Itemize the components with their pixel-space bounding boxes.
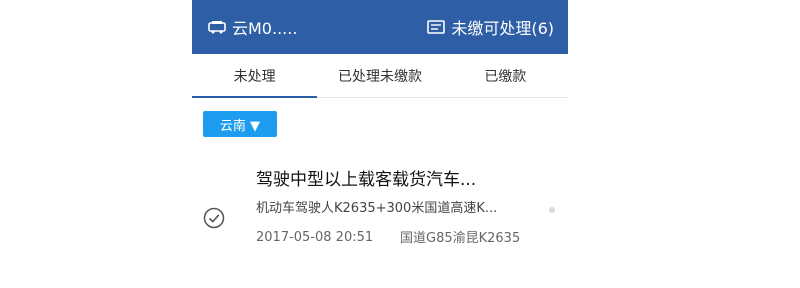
phone-screen: 云M0..... 未缴可处理(6) 未处理 已处理未缴款 已缴款 云南 ▼ 驾驶… (192, 0, 568, 288)
pending-violations-link[interactable]: 未缴可处理(6) (427, 15, 554, 39)
violation-subtitle: 机动车驾驶人K2635+300米国道高速K... (256, 201, 498, 216)
list-icon (427, 20, 446, 34)
pending-label: 未缴可处理(6) (451, 19, 554, 38)
violation-title: 驾驶中型以上载客载货汽车... (256, 170, 477, 190)
violation-list-item[interactable]: 驾驶中型以上载客载货汽车... 机动车驾驶人K2635+300米国道高速K...… (192, 150, 568, 280)
tab-processed-unpaid[interactable]: 已处理未缴款 (317, 54, 442, 97)
tab-unprocessed[interactable]: 未处理 (192, 54, 318, 98)
violation-time: 2017-05-08 20:51 (256, 230, 374, 245)
province-filter-button[interactable]: 云南 ▼ (203, 111, 277, 137)
dot-icon (549, 207, 555, 213)
plate-number: 云M0..... (232, 19, 298, 38)
check-circle-icon[interactable] (203, 207, 225, 229)
car-icon (208, 20, 226, 34)
tab-paid[interactable]: 已缴款 (443, 54, 568, 97)
violation-place: 国道G85渝昆K2635 (400, 231, 521, 246)
plate-selector[interactable]: 云M0..... (208, 15, 297, 39)
province-filter-label: 云南 ▼ (219, 118, 261, 134)
app-header: 云M0..... 未缴可处理(6) (192, 0, 568, 54)
status-tabs: 未处理 已处理未缴款 已缴款 (192, 54, 568, 98)
